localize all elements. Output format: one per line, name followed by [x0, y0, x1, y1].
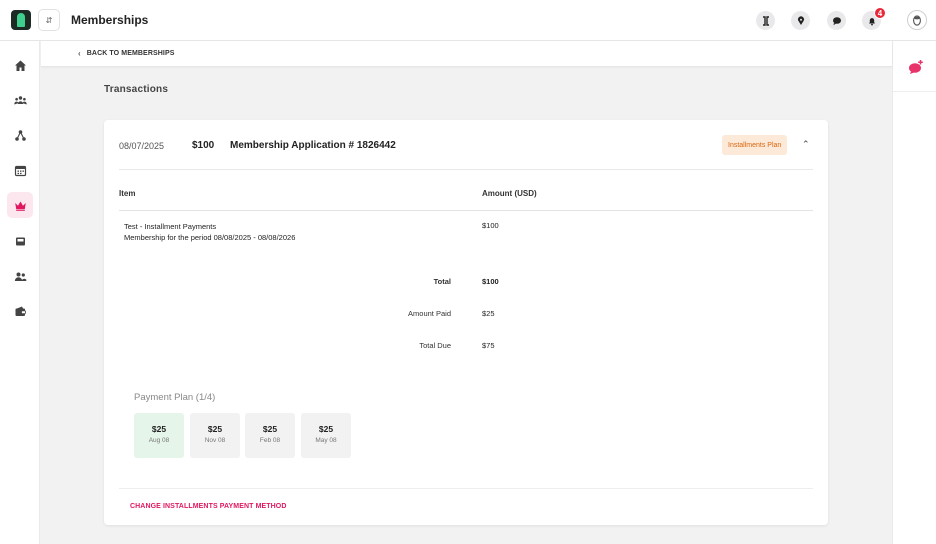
- home-icon: [14, 60, 26, 71]
- sidebar-item-calendar[interactable]: [7, 157, 33, 183]
- sidebar-item-home[interactable]: [7, 52, 33, 78]
- back-to-memberships-link[interactable]: ‹ BACK TO MEMBERSHIPS: [78, 49, 175, 58]
- users-icon: [14, 272, 26, 281]
- installment-date: May 08: [315, 437, 337, 444]
- sidebar-item-wallet[interactable]: [7, 298, 33, 324]
- new-chat-icon[interactable]: [908, 59, 924, 75]
- card-footer-divider: [119, 488, 813, 489]
- user-avatar[interactable]: [907, 10, 927, 30]
- breadcrumb-bar: ‹ BACK TO MEMBERSHIPS: [41, 41, 892, 67]
- change-payment-method-link[interactable]: CHANGE INSTALLMENTS PAYMENT METHOD: [130, 503, 287, 510]
- installment-paid: $25 Aug 08: [134, 413, 184, 458]
- payment-plan-title: Payment Plan (1/4): [134, 392, 216, 403]
- network-nodes-icon: [14, 129, 26, 141]
- installment-amount: $25: [207, 424, 223, 434]
- items-table-header: Item Amount (USD): [119, 170, 813, 211]
- wallet-icon: [15, 306, 26, 316]
- left-sidebar: [0, 41, 40, 544]
- calendar-icon: [14, 165, 26, 176]
- transaction-amount: $100: [192, 140, 215, 151]
- table-row-item: Test - Installment Payments Membership f…: [124, 221, 295, 243]
- total-due-value: $75: [482, 341, 495, 350]
- bracket-icon[interactable]: [756, 11, 775, 30]
- installments-plan-badge: Installments Plan: [722, 135, 788, 155]
- total-value: $100: [482, 277, 499, 286]
- total-label: Total: [433, 277, 451, 286]
- chevron-up-icon[interactable]: ⌃: [802, 139, 810, 150]
- installment-amount: $25: [151, 424, 167, 434]
- transaction-date: 08/07/2025: [119, 141, 165, 151]
- installment-date: Nov 08: [204, 437, 226, 444]
- sidebar-item-groups[interactable]: [7, 87, 33, 113]
- sidebar-item-network[interactable]: [7, 122, 33, 148]
- amount-paid-value: $25: [482, 309, 495, 318]
- total-due-label: Total Due: [419, 341, 451, 350]
- column-header-item: Item: [119, 189, 136, 198]
- sidebar-item-inbox[interactable]: [7, 228, 33, 254]
- transaction-title: Membership Application # 1826442: [230, 140, 396, 151]
- installment-date: Feb 08: [259, 437, 281, 444]
- chevron-left-icon: ‹: [78, 49, 81, 58]
- back-link-label: BACK TO MEMBERSHIPS: [86, 50, 175, 57]
- installment-amount: $25: [262, 424, 278, 434]
- right-sidebar-divider: [893, 91, 936, 92]
- top-bar: ⇵ Memberships 4: [0, 0, 936, 41]
- column-header-amount: Amount (USD): [482, 189, 537, 198]
- page-title: Memberships: [71, 13, 149, 27]
- notification-bell-icon[interactable]: 4: [862, 7, 886, 30]
- sidebar-item-memberships[interactable]: [7, 192, 33, 218]
- sidebar-item-members[interactable]: [7, 263, 33, 289]
- section-title: Transactions: [104, 84, 169, 95]
- installment-date: Aug 08: [148, 437, 170, 444]
- line-item-amount: $100: [482, 221, 499, 230]
- transaction-header[interactable]: 08/07/2025 $100 Membership Application #…: [119, 120, 813, 170]
- line-item-description: Membership for the period 08/08/2025 - 0…: [124, 233, 296, 242]
- app-switcher-chevron-icon[interactable]: ⇵: [38, 9, 60, 31]
- right-sidebar: [892, 41, 936, 544]
- transaction-card: 08/07/2025 $100 Membership Application #…: [104, 120, 828, 525]
- chat-bubble-icon[interactable]: [827, 11, 846, 30]
- notification-count-badge: 4: [874, 7, 886, 19]
- people-group-icon: [13, 95, 27, 104]
- installment-amount: $25: [318, 424, 334, 434]
- line-item-name: Test - Installment Payments: [124, 222, 217, 231]
- crown-icon: [14, 201, 26, 211]
- installment: $25 Feb 08: [245, 413, 295, 458]
- inbox-tray-icon: [15, 237, 25, 245]
- app-logo[interactable]: [11, 10, 31, 30]
- installment: $25 May 08: [301, 413, 351, 458]
- amount-paid-label: Amount Paid: [408, 309, 451, 318]
- installment: $25 Nov 08: [190, 413, 240, 458]
- location-pin-icon[interactable]: [791, 11, 810, 30]
